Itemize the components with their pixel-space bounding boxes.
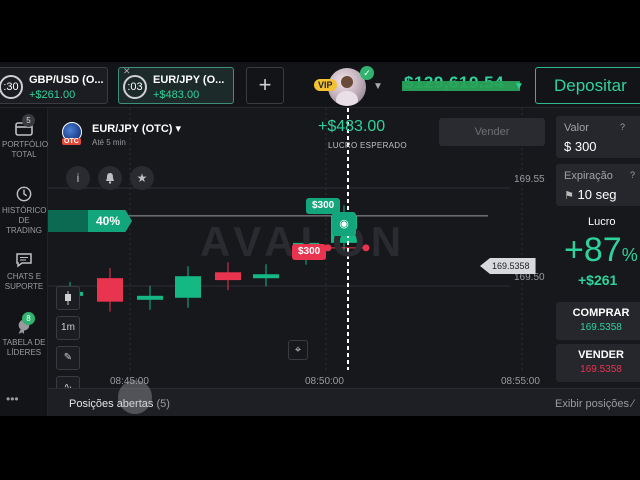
help-icon[interactable]: ? [620,122,625,132]
info-icon[interactable]: i [66,166,90,190]
vip-badge: VIP [314,79,337,91]
candle-body [137,295,163,300]
leaderboard-badge: 8 [22,312,35,325]
amount-value[interactable]: $ 300 [564,139,597,154]
asset-tab-name: EUR/JPY (O... [153,74,225,86]
show-positions-link[interactable]: Exibir posições ∕ [555,398,634,410]
top-bar: :30 GBP/USD (O... +$261.00 ✕ :03 EUR/JPY… [0,62,640,108]
profit-percent: +87% [564,231,638,270]
asset-pair-name: EUR/JPY (OTC) [92,123,173,135]
x-tick-label: 08:55:00 [501,376,540,387]
buy-price: 169.5358 [580,322,622,333]
asset-selector[interactable]: EUR/JPY (OTC) ▾ [92,122,181,135]
candle-body [175,276,201,298]
add-asset-button[interactable]: + [246,67,284,104]
touch-indicator [118,380,152,414]
x-tick-label: 08:50:00 [305,376,344,387]
flag-icon: ⚑ [564,190,574,202]
chart-area[interactable]: AVALON OTC EUR/JPY (OTC) ▾ Até 5 min i ★… [48,108,554,416]
asset-tab-gbpusd[interactable]: :30 GBP/USD (O... +$261.00 [0,67,108,104]
sidebar-item-label: HISTÓRICO DE TRADING [2,206,47,235]
sell-price: 169.5358 [580,364,622,375]
current-price-tag: 169.5358 [480,258,536,274]
expiry-text: 10 seg [577,187,617,202]
amount-field[interactable]: Valor ? $ 300 [556,116,640,158]
timer-icon: :30 [0,75,23,99]
more-icon[interactable]: ••• [6,392,19,406]
sidebar-item-label: PORTFÓLIO TOTAL [2,140,49,159]
chat-icon [16,253,32,268]
draw-tool-button[interactable]: ✎ [56,346,80,370]
chevron-down-icon[interactable]: ▼ [514,81,524,92]
help-icon[interactable]: ? [630,170,635,180]
profit-value: +$261 [578,272,618,288]
otc-tag: OTC [62,138,81,145]
expiry-label: Expiração [564,170,613,182]
sidebar-item-label: TABELA DE LÍDERES [2,338,46,357]
portfolio-badge: 5 [22,114,35,127]
expected-profit-value: +$483.00 [318,118,386,135]
bell-icon[interactable] [98,166,122,190]
chevron-down-icon[interactable]: ▼ [373,81,383,92]
deal-down-tag[interactable]: $300 [292,244,327,260]
sell-early-button[interactable]: Vender [439,118,545,146]
buy-button[interactable]: COMPRAR 169.5358 [556,302,640,340]
profit-label: Lucro [588,216,616,228]
candle-body [97,278,123,302]
eye-icon[interactable]: ◉ [332,212,356,236]
candle-type-button[interactable] [56,286,80,310]
sidebar-item-leaderboard[interactable]: TABELA DE LÍDERES [0,318,48,358]
chevron-down-icon: ▾ [175,123,182,135]
history-icon [16,186,32,202]
expected-profit-label: LUCRO ESPERADO [328,141,407,150]
open-positions-count: (5) [156,398,170,410]
profit-percent-number: +87 [564,231,622,269]
traders-sentiment: 40% [88,210,133,232]
verified-icon: ✓ [360,66,374,80]
timer-icon: :03 [123,75,147,99]
asset-subtitle: Até 5 min [92,138,126,147]
trade-panel: Valor ? $ 300 Expiração ? ⚑ 10 seg Lucro… [554,108,640,416]
sidebar-item-portfolio[interactable]: PORTFÓLIO TOTAL [0,120,48,160]
chevron-up-icon: ∕ [632,398,634,410]
balance-obscure-bar [402,81,520,91]
crosshair-icon[interactable]: ⌖ [288,340,308,360]
profit-percent-sign: % [621,245,638,265]
buy-label: COMPRAR [572,307,630,319]
asset-tab-eurjpy[interactable]: ✕ :03 EUR/JPY (O... +$483.00 [118,66,234,104]
sidebar-item-history[interactable]: HISTÓRICO DE TRADING [0,186,48,236]
timeframe-button[interactable]: 1m [56,316,80,340]
candle-body [215,272,241,281]
deposit-button[interactable]: Depositar [535,67,640,104]
asset-tab-gain: +$483.00 [153,89,200,101]
sidebar: PORTFÓLIO TOTAL 5 HISTÓRICO DE TRADING C… [0,108,48,416]
expiry-field[interactable]: Expiração ? ⚑ 10 seg [556,164,640,206]
sentiment-bar [48,210,88,232]
candle-body [253,274,279,279]
show-positions-label: Exibir posições [555,398,629,410]
asset-tab-gain: +$261.00 [29,89,76,101]
asset-tab-name: GBP/USD (O... [29,74,104,86]
trading-app: :30 GBP/USD (O... +$261.00 ✕ :03 EUR/JPY… [0,62,640,416]
y-tick-label: 169.55 [514,174,545,185]
sidebar-item-chat[interactable]: CHATS E SUPORTE [0,252,48,292]
sidebar-item-label: CHATS E SUPORTE [4,272,44,291]
amount-label: Valor [564,122,589,134]
sell-label: VENDER [578,349,624,361]
star-icon[interactable]: ★ [130,166,154,190]
sell-button[interactable]: VENDER 169.5358 [556,344,640,382]
expiry-value[interactable]: ⚑ 10 seg [564,187,617,202]
